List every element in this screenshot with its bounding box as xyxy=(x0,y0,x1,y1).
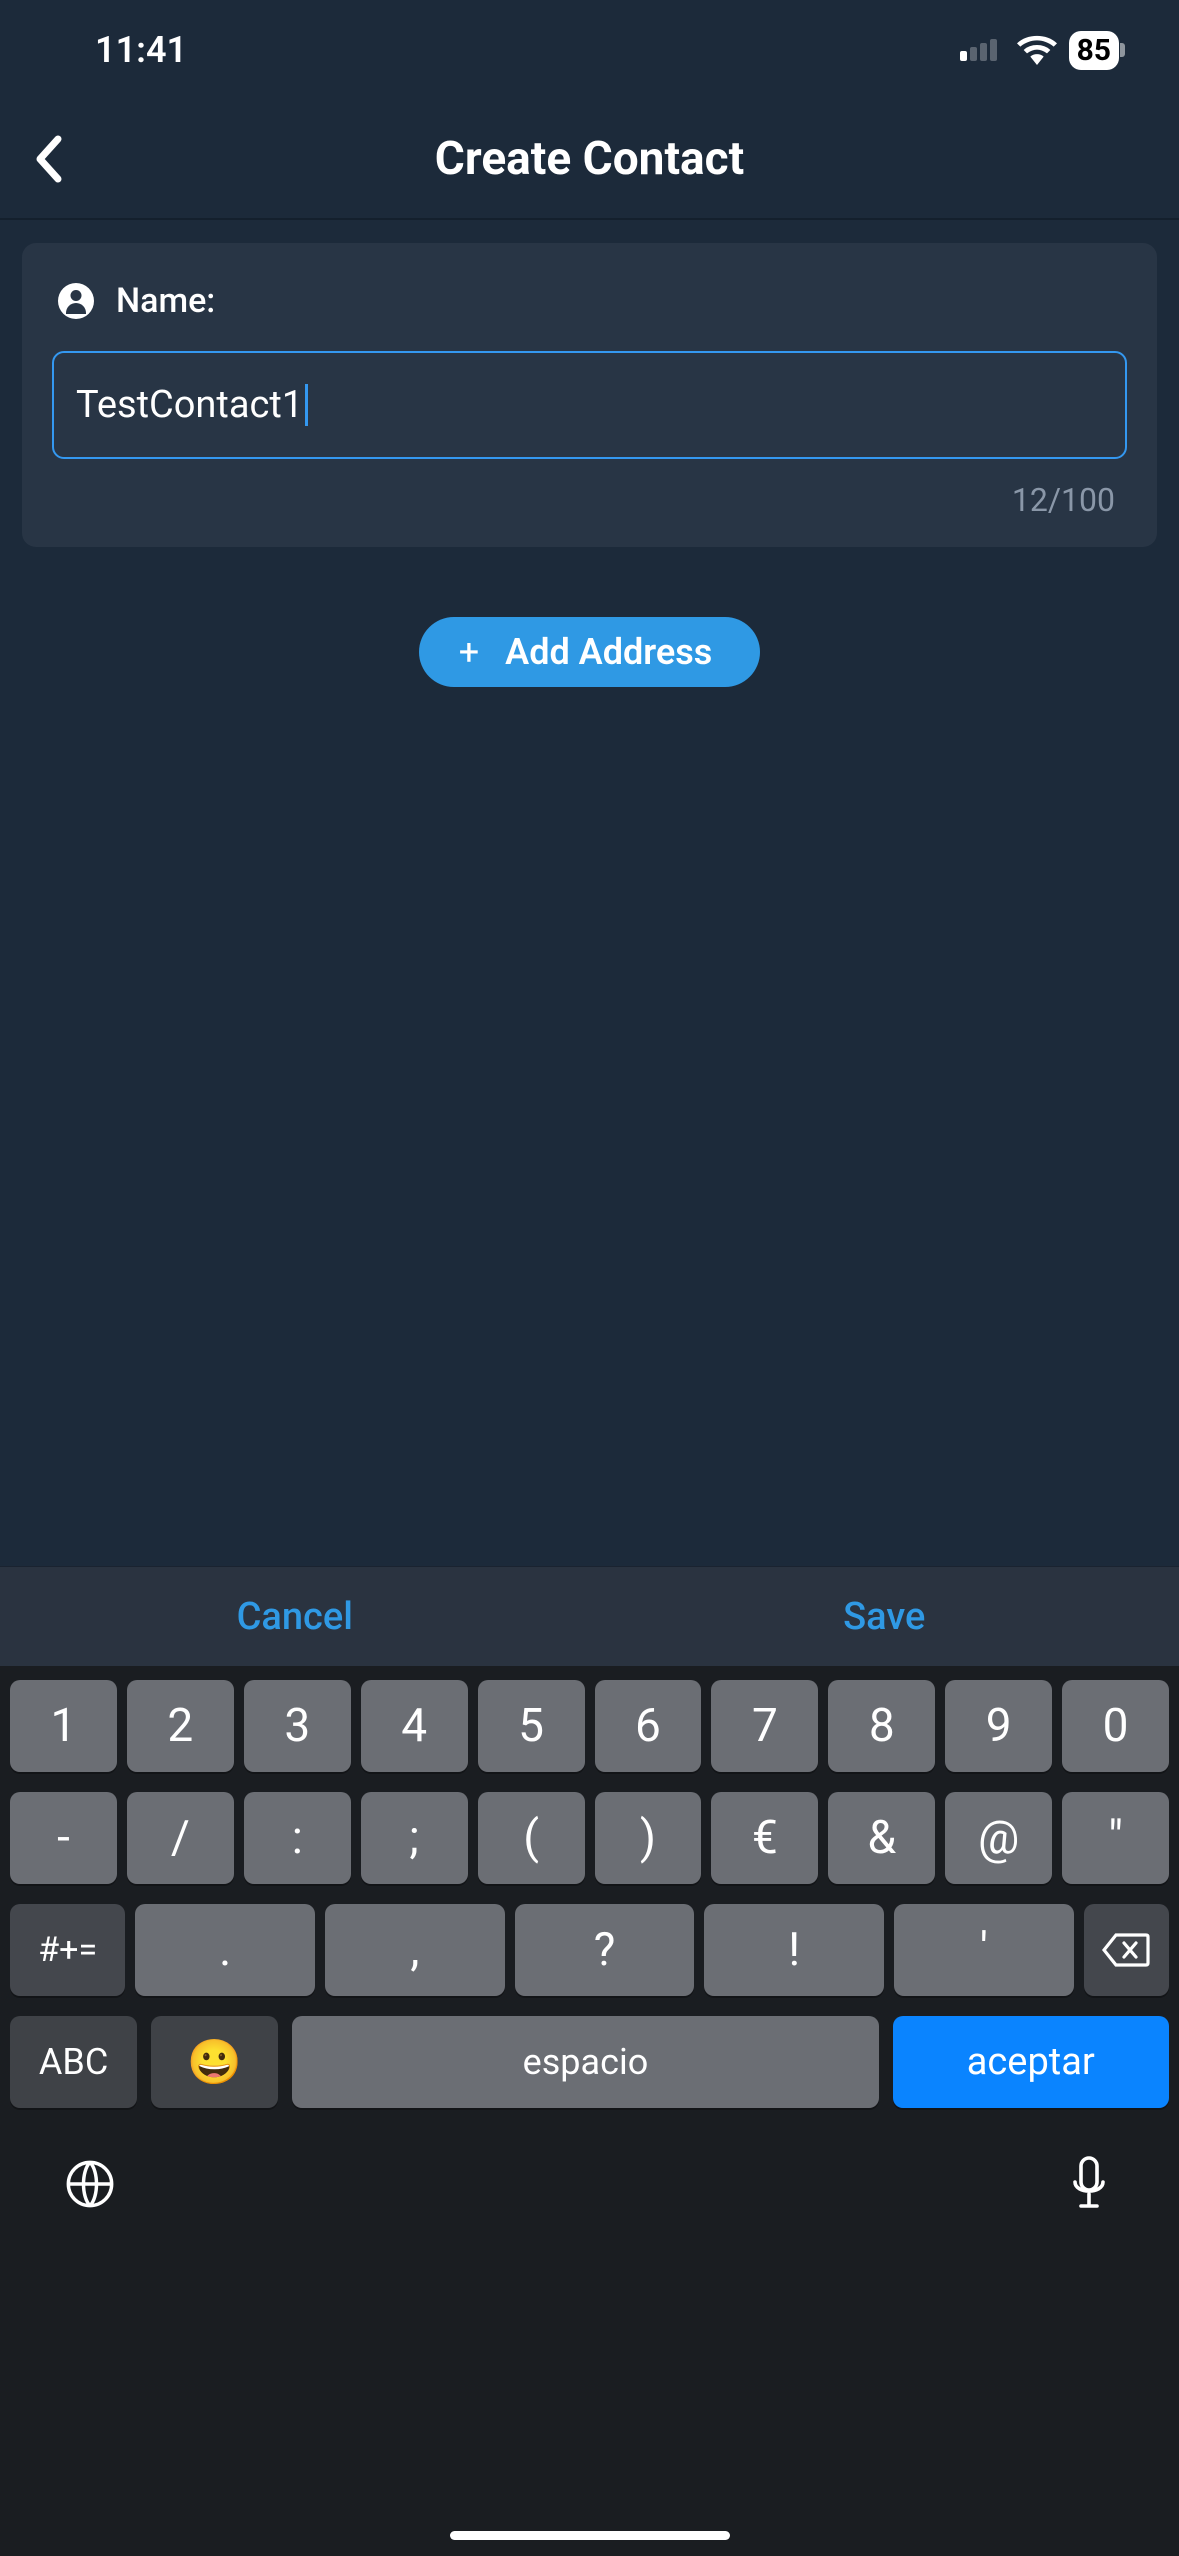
status-indicators: 85 xyxy=(960,31,1119,70)
key-semicolon[interactable]: ; xyxy=(361,1792,468,1884)
cellular-signal-icon xyxy=(960,39,997,61)
soft-keyboard: 1 2 3 4 5 6 7 8 9 0 - / : ; ( ) € & @ " … xyxy=(0,1666,1179,2556)
home-indicator[interactable] xyxy=(450,2531,730,2540)
name-input[interactable]: TestContact1 xyxy=(52,351,1127,459)
key-paren-open[interactable]: ( xyxy=(478,1792,585,1884)
key-space[interactable]: espacio xyxy=(292,2016,878,2108)
nav-header: Create Contact xyxy=(0,100,1179,220)
emoji-icon: 😀 xyxy=(187,2036,242,2088)
key-6[interactable]: 6 xyxy=(595,1680,702,1772)
save-button[interactable]: Save xyxy=(590,1595,1179,1639)
keyboard-accessory-bar: Cancel Save xyxy=(0,1566,1179,1666)
key-question[interactable]: ? xyxy=(515,1904,695,1996)
key-4[interactable]: 4 xyxy=(361,1680,468,1772)
name-form-card: Name: TestContact1 12/100 xyxy=(22,243,1157,547)
char-counter: 12/100 xyxy=(52,481,1115,519)
key-period[interactable]: . xyxy=(135,1904,315,1996)
key-5[interactable]: 5 xyxy=(478,1680,585,1772)
back-button[interactable] xyxy=(18,129,78,189)
key-dash[interactable]: - xyxy=(10,1792,117,1884)
cancel-button[interactable]: Cancel xyxy=(0,1595,590,1639)
key-quote[interactable]: " xyxy=(1062,1792,1169,1884)
add-address-button[interactable]: + Add Address xyxy=(419,617,761,687)
key-1[interactable]: 1 xyxy=(10,1680,117,1772)
status-bar: 11:41 85 xyxy=(0,0,1179,100)
key-8[interactable]: 8 xyxy=(828,1680,935,1772)
key-2[interactable]: 2 xyxy=(127,1680,234,1772)
key-emoji[interactable]: 😀 xyxy=(151,2016,278,2108)
key-ampersand[interactable]: & xyxy=(828,1792,935,1884)
plus-icon: + xyxy=(459,631,479,673)
key-0[interactable]: 0 xyxy=(1062,1680,1169,1772)
keyboard-bottom-bar xyxy=(10,2128,1169,2244)
key-accept[interactable]: aceptar xyxy=(893,2016,1169,2108)
key-9[interactable]: 9 xyxy=(945,1680,1052,1772)
mic-icon[interactable] xyxy=(1059,2154,1119,2214)
key-3[interactable]: 3 xyxy=(244,1680,351,1772)
key-slash[interactable]: / xyxy=(127,1792,234,1884)
globe-icon[interactable] xyxy=(60,2154,120,2214)
wifi-icon xyxy=(1017,35,1057,65)
name-input-value: TestContact1 xyxy=(76,383,303,427)
page-title: Create Contact xyxy=(0,132,1179,186)
add-address-label: Add Address xyxy=(505,631,712,673)
key-symbols-more[interactable]: #+= xyxy=(10,1904,125,1996)
key-abc[interactable]: ABC xyxy=(10,2016,137,2108)
key-comma[interactable]: , xyxy=(325,1904,505,1996)
battery-indicator: 85 xyxy=(1069,31,1119,70)
person-icon xyxy=(58,283,94,319)
key-7[interactable]: 7 xyxy=(711,1680,818,1772)
status-time: 11:41 xyxy=(95,29,187,71)
backspace-icon xyxy=(1102,1933,1150,1967)
name-field-label: Name: xyxy=(58,281,1127,321)
key-colon[interactable]: : xyxy=(244,1792,351,1884)
text-cursor xyxy=(305,384,308,426)
key-euro[interactable]: € xyxy=(711,1792,818,1884)
key-exclaim[interactable]: ! xyxy=(704,1904,884,1996)
key-apostrophe[interactable]: ' xyxy=(894,1904,1074,1996)
key-at[interactable]: @ xyxy=(945,1792,1052,1884)
key-paren-close[interactable]: ) xyxy=(595,1792,702,1884)
key-backspace[interactable] xyxy=(1084,1904,1169,1996)
name-label-text: Name: xyxy=(116,281,215,321)
